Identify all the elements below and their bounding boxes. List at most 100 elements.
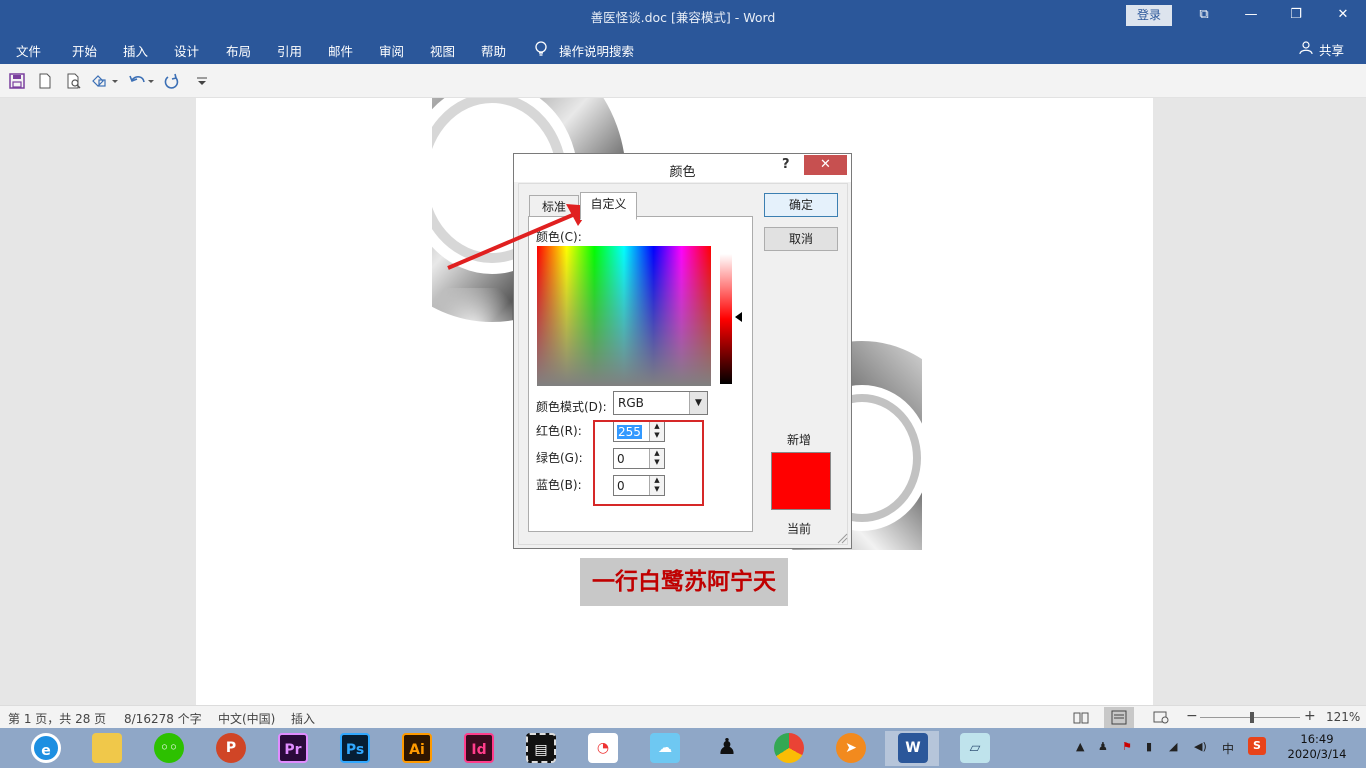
cloud-icon: ☁ (650, 733, 680, 763)
clock-time: 16:49 (1300, 732, 1334, 746)
chrome-icon (774, 733, 804, 763)
green-label: 绿色(G): (536, 451, 583, 465)
taskbar-wechat[interactable]: ◦◦ (141, 731, 195, 766)
browser-icon: e (31, 733, 61, 763)
color-mode-value: RGB (618, 396, 644, 410)
wifi-icon[interactable]: ◢ (1169, 740, 1177, 753)
read-mode-icon[interactable] (1073, 711, 1089, 724)
clock[interactable]: 16:49 2020/3/14 (1287, 732, 1347, 762)
tab-insert[interactable]: 插入 (123, 41, 148, 60)
color-mode-select[interactable]: RGB ▼ (613, 391, 708, 415)
qq-tray-icon[interactable]: ♟ (1098, 740, 1108, 753)
word-icon: W (898, 733, 928, 763)
new-color-label: 新增 (787, 433, 812, 447)
taskbar-illustrator[interactable]: Ai (389, 731, 443, 766)
tab-review[interactable]: 审阅 (379, 41, 404, 60)
web-layout-icon[interactable] (1153, 711, 1169, 724)
luminance-arrow-icon[interactable] (735, 312, 742, 322)
taskbar-word[interactable]: W (885, 731, 939, 766)
taskbar-thunder[interactable]: ➤ (823, 731, 877, 766)
tab-design[interactable]: 设计 (174, 41, 199, 60)
annotation-arrow-icon (447, 204, 592, 270)
taskbar-chrome[interactable] (761, 731, 815, 766)
dialog-title: 颜色 (669, 165, 696, 180)
clock-date: 2020/3/14 (1287, 747, 1347, 761)
highlight-box (593, 420, 704, 506)
close-icon[interactable]: ✕ (1331, 4, 1355, 26)
taskbar-indesign[interactable]: Id (451, 731, 505, 766)
document-caption[interactable]: 一行白鹭苏阿宁天 (580, 558, 788, 606)
redo-icon[interactable] (164, 73, 180, 89)
customize-toolbar-icon[interactable] (194, 73, 210, 89)
film-icon: ▤ (526, 733, 556, 763)
tab-home[interactable]: 开始 (72, 41, 97, 60)
taskbar-qq[interactable]: ♟ (699, 731, 753, 766)
sogou-icon[interactable]: S (1248, 737, 1266, 755)
premiere-icon: Pr (278, 733, 308, 763)
tab-layout[interactable]: 布局 (226, 41, 251, 60)
resize-grip-icon[interactable] (836, 532, 848, 544)
indesign-icon: Id (464, 733, 494, 763)
zoom-level[interactable]: 121% (1326, 710, 1360, 724)
photoshop-icon: Ps (340, 733, 370, 763)
tab-custom[interactable]: 自定义 (580, 192, 637, 220)
network-warning-icon[interactable]: ⚑ (1122, 740, 1132, 753)
current-color-label: 当前 (787, 522, 812, 536)
save-icon[interactable] (9, 73, 25, 89)
taskbar-explorer[interactable] (79, 731, 133, 766)
cancel-button[interactable]: 取消 (764, 227, 838, 251)
taskbar-powerpoint[interactable]: P (203, 731, 257, 766)
new-document-icon[interactable] (37, 73, 53, 89)
ok-button[interactable]: 确定 (764, 193, 838, 217)
taskbar-photoshop[interactable]: Ps (327, 731, 381, 766)
battery-icon[interactable]: ▮ (1146, 740, 1152, 753)
taskbar-cloud[interactable]: ☁ (637, 731, 691, 766)
print-preview-icon[interactable] (66, 73, 82, 89)
tab-help[interactable]: 帮助 (481, 41, 506, 60)
show-hidden-icon[interactable]: ▲ (1076, 740, 1084, 753)
shapes-icon[interactable] (91, 73, 119, 89)
page-count[interactable]: 第 1 页，共 28 页 (8, 710, 106, 727)
print-layout-icon[interactable] (1104, 707, 1134, 728)
tab-view[interactable]: 视图 (430, 41, 455, 60)
folder-icon (92, 733, 122, 763)
volume-icon[interactable]: ◀) (1194, 740, 1207, 753)
zoom-thumb[interactable] (1250, 712, 1254, 723)
taskbar: e ◦◦ P Pr Ps Ai Id ▤ ◔ ☁ ♟ ➤ W ▱ ▲ ♟ ⚑ ▮… (0, 728, 1366, 768)
language-indicator[interactable]: 中文(中国) (218, 710, 275, 727)
taskbar-video-editor[interactable]: ▤ (513, 731, 567, 766)
tab-references[interactable]: 引用 (277, 41, 302, 60)
tell-me-search[interactable]: 操作说明搜索 (559, 41, 634, 60)
penguin-icon: ♟ (717, 735, 737, 760)
taskbar-app-store[interactable]: ◔ (575, 731, 629, 766)
dialog-title-bar[interactable]: 颜色 ? ✕ (514, 154, 851, 182)
tab-file[interactable]: 文件 (16, 41, 41, 60)
zoom-out-icon[interactable]: − (1186, 708, 1198, 724)
word-count[interactable]: 8/16278 个字 (124, 710, 202, 727)
ime-indicator[interactable]: 中 (1222, 740, 1234, 757)
share-button[interactable]: 共享 (1319, 40, 1344, 59)
insert-mode[interactable]: 插入 (291, 710, 315, 727)
quick-access-toolbar (0, 64, 1366, 98)
red-label: 红色(R): (536, 424, 582, 438)
taskbar-premiere[interactable]: Pr (265, 731, 319, 766)
luminance-slider[interactable] (720, 254, 732, 384)
bird-icon: ➤ (836, 733, 866, 763)
minimize-icon[interactable]: — (1239, 4, 1263, 26)
lightbulb-icon (535, 41, 547, 56)
tab-mailings[interactable]: 邮件 (328, 41, 353, 60)
restore-icon[interactable]: ❐ (1284, 4, 1308, 26)
zoom-in-icon[interactable]: + (1304, 708, 1316, 724)
taskbar-notepad[interactable]: ▱ (947, 731, 1001, 766)
notepad-icon: ▱ (960, 733, 990, 763)
new-color-swatch (771, 452, 831, 510)
undo-icon[interactable] (128, 73, 156, 89)
person-icon (1299, 41, 1313, 55)
dialog-close-button[interactable]: ✕ (804, 155, 847, 175)
help-icon[interactable]: ? (782, 157, 790, 172)
ribbon-display-icon[interactable]: ⧉ (1192, 4, 1216, 26)
taskbar-browser[interactable]: e (18, 731, 72, 766)
title-bar: 善医怪谈.doc [兼容模式] - Word 登录 ⧉ — ❐ ✕ (0, 0, 1366, 32)
chevron-down-icon[interactable]: ▼ (689, 392, 707, 414)
login-button[interactable]: 登录 (1126, 5, 1172, 26)
